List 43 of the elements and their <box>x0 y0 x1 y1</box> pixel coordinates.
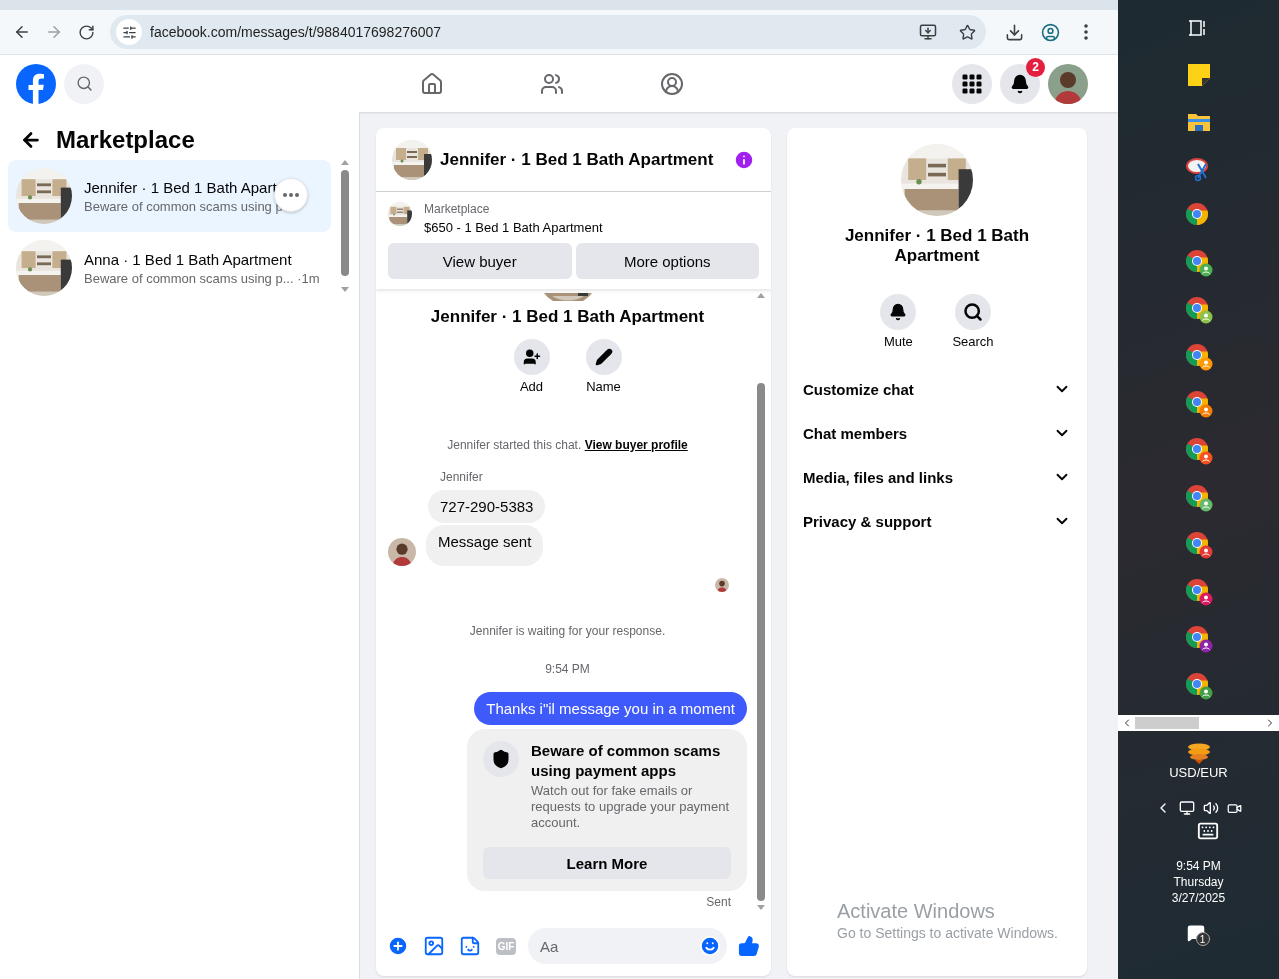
system-message: Jennifer is waiting for your response. <box>468 624 667 638</box>
section-header[interactable]: Chat members <box>787 411 1087 455</box>
activation-text: Go to Settings to activate Windows. <box>837 925 1058 941</box>
listing-text: $650 - 1 Bed 1 Bath Apartment <box>424 220 603 235</box>
address-bar[interactable]: facebook.com/messages/t/9884017698276007 <box>110 15 986 49</box>
conversation-title: Anna · 1 Bed 1 Bath Apartment <box>84 250 293 268</box>
conversation-snippet: Beware of common scams using p... ·1m <box>84 270 320 286</box>
notification-badge: 2 <box>1026 57 1045 77</box>
action-label: Name <box>586 379 621 394</box>
warning-title: Beware of common scams using payment apps <box>531 741 722 781</box>
sidebar-title: Marketplace <box>56 126 195 154</box>
conversation-item[interactable]: Anna · 1 Bed 1 Bath Apartment Beware of common scams using p... ·1m <box>8 232 331 304</box>
chat-title: Jennifer · 1 Bed 1 Bath Apartment <box>440 149 715 170</box>
activation-title: Activate Windows <box>837 900 996 923</box>
message-bubble: Message sent <box>426 525 544 566</box>
message-input[interactable]: Aa <box>528 928 727 964</box>
listing-label: Marketplace <box>424 202 491 216</box>
conversation-title: Jennifer · 1 Bed 1 Bath Apart <box>84 178 278 196</box>
action-label: Search <box>952 334 994 349</box>
system-message: Jennifer started this chat. View buyer profile <box>446 438 689 452</box>
message-bubble: Thanks i"il message you in a moment <box>474 692 747 725</box>
clock-time: 9:54 PM <box>1175 858 1222 874</box>
conversation-name: Jennifer · 1 Bed 1 Bath Apartment <box>429 307 706 327</box>
action-label: Mute <box>883 334 913 349</box>
sent-status: Sent <box>705 895 732 909</box>
sender-name: Jennifer <box>440 470 484 484</box>
clock-date: 3/27/2025 <box>1171 890 1226 906</box>
notification-center-button[interactable]: 1 <box>1186 924 1211 944</box>
timestamp: 9:54 PM <box>544 662 591 676</box>
contact-name: Jennifer · 1 Bed 1 Bath Apartment <box>843 226 1031 266</box>
listing-action-button[interactable]: View buyer <box>388 243 572 279</box>
currency-label: USD/EUR <box>1169 765 1228 780</box>
listing-action-button[interactable]: More options <box>575 243 759 279</box>
section-header[interactable]: Customize chat <box>787 367 1087 411</box>
section-header[interactable]: Privacy & support <box>787 499 1087 543</box>
buyer-profile-link[interactable]: View buyer profile <box>584 438 688 452</box>
action-label: Add <box>519 379 544 394</box>
section-header[interactable]: Media, files and links <box>787 455 1087 499</box>
learn-more-button[interactable]: Learn More <box>483 847 731 879</box>
url-text: facebook.com/messages/t/9884017698276007 <box>150 24 443 40</box>
message-bubble: 727-290-5383 <box>428 490 546 523</box>
clock-day: Thursday <box>1171 874 1226 890</box>
warning-text: Watch out for fake emails or requests to upgrade your payment account. <box>531 783 730 831</box>
